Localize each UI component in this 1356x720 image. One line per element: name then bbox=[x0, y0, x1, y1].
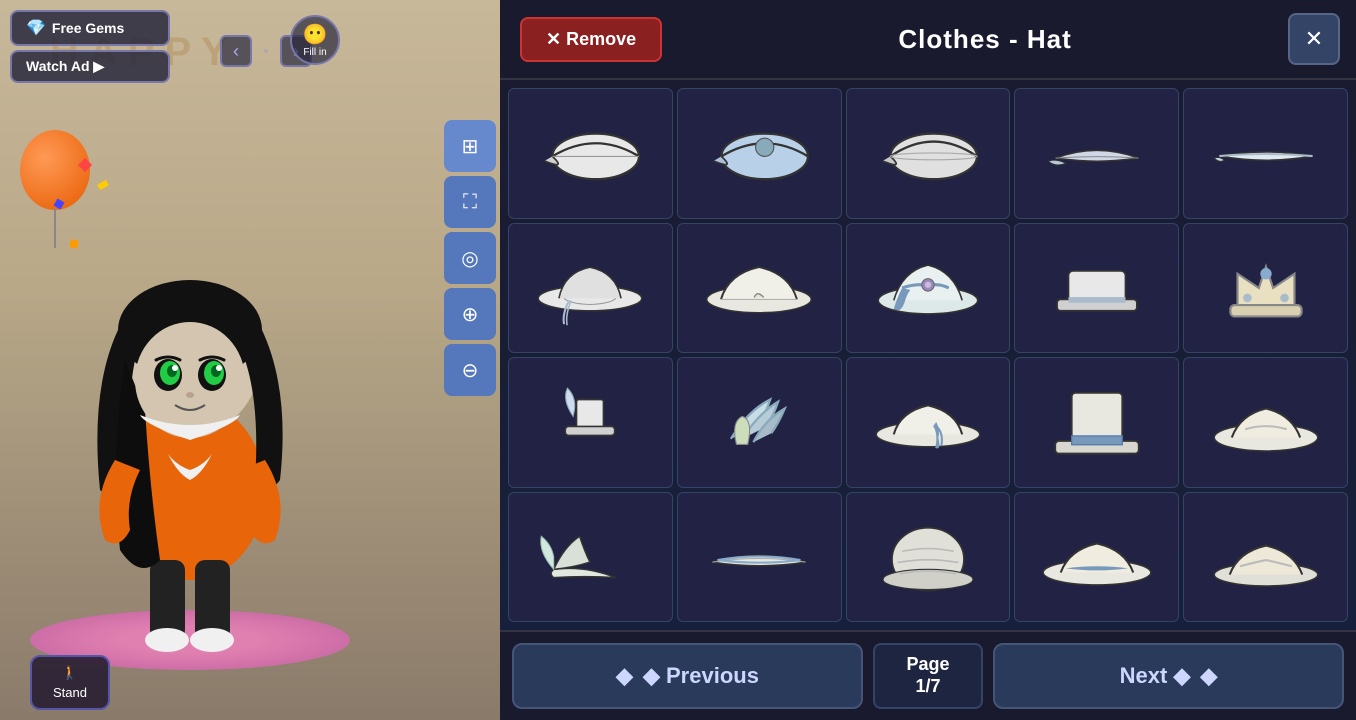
previous-label: ◆ Previous bbox=[643, 663, 759, 689]
watch-ad-button[interactable]: Watch Ad ▶ bbox=[10, 50, 170, 83]
hat-item-9[interactable] bbox=[1014, 223, 1179, 354]
hat-item-16[interactable] bbox=[508, 492, 673, 623]
prev-icon: ◆ bbox=[616, 663, 633, 689]
hat-item-17[interactable] bbox=[677, 492, 842, 623]
next-label: Next ◆ bbox=[1120, 663, 1191, 689]
hat-item-18[interactable] bbox=[846, 492, 1011, 623]
page-indicator: Page 1/7 bbox=[873, 643, 983, 709]
next-icon: ◆ bbox=[1200, 663, 1217, 689]
hat-item-1[interactable] bbox=[508, 88, 673, 219]
hat-item-7[interactable] bbox=[677, 223, 842, 354]
next-button[interactable]: Next ◆ ◆ bbox=[993, 643, 1344, 709]
face-icon: 😶 bbox=[303, 22, 328, 47]
panel-title: Clothes - Hat bbox=[682, 24, 1288, 55]
top-buttons-container: 💎 Free Gems Watch Ad ▶ bbox=[10, 10, 170, 83]
page-label: Page bbox=[906, 654, 949, 676]
close-button[interactable]: ✕ bbox=[1288, 13, 1340, 65]
hat-item-15[interactable] bbox=[1183, 357, 1348, 488]
hat-item-8[interactable] bbox=[846, 223, 1011, 354]
hat-item-20[interactable] bbox=[1183, 492, 1348, 623]
page-number: 1/7 bbox=[915, 676, 940, 698]
prev-arrow-button[interactable]: ‹ bbox=[220, 35, 252, 67]
stand-button-container: 🚶 Stand bbox=[30, 655, 110, 710]
hat-item-6[interactable] bbox=[508, 223, 673, 354]
hat-item-13[interactable] bbox=[846, 357, 1011, 488]
panel-header: ✕ Remove Clothes - Hat ✕ bbox=[500, 0, 1356, 80]
watch-ad-label: Watch Ad ▶ bbox=[26, 58, 104, 75]
toolbar-btn-zoom-in[interactable]: ⊕ bbox=[444, 288, 496, 340]
hat-item-5[interactable] bbox=[1183, 88, 1348, 219]
stand-icon: 🚶 bbox=[62, 665, 78, 681]
hat-item-12[interactable] bbox=[677, 357, 842, 488]
stand-button[interactable]: 🚶 Stand bbox=[30, 655, 110, 710]
toolbar-btn-eye[interactable]: ◎ bbox=[444, 232, 496, 284]
hat-item-3[interactable] bbox=[846, 88, 1011, 219]
items-grid bbox=[500, 80, 1356, 630]
close-icon: ✕ bbox=[1305, 26, 1323, 52]
toolbar-btn-frame[interactable]: ⛶ bbox=[444, 176, 496, 228]
scene-background: HAPPY bbox=[0, 0, 500, 720]
fill-in-button[interactable]: 😶 Fill in bbox=[290, 15, 340, 65]
toolbar-btn-zoom-out[interactable]: ⊖ bbox=[444, 344, 496, 396]
hat-item-4[interactable] bbox=[1014, 88, 1179, 219]
fill-in-label: Fill in bbox=[303, 47, 326, 58]
nav-dot bbox=[264, 49, 268, 53]
hat-item-2[interactable] bbox=[677, 88, 842, 219]
free-gems-label: Free Gems bbox=[52, 20, 124, 36]
stand-label: Stand bbox=[53, 685, 87, 700]
hat-item-10[interactable] bbox=[1183, 223, 1348, 354]
right-toolbar: ⊞ ⛶ ◎ ⊕ ⊖ bbox=[444, 120, 496, 396]
hat-item-11[interactable] bbox=[508, 357, 673, 488]
hat-item-19[interactable] bbox=[1014, 492, 1179, 623]
hat-item-14[interactable] bbox=[1014, 357, 1179, 488]
panel-nav: ◆ ◆ Previous Page 1/7 Next ◆ ◆ bbox=[500, 630, 1356, 720]
free-gems-button[interactable]: 💎 Free Gems bbox=[10, 10, 170, 46]
remove-label: ✕ Remove bbox=[546, 29, 636, 50]
toolbar-btn-grid[interactable]: ⊞ bbox=[444, 120, 496, 172]
remove-button[interactable]: ✕ Remove bbox=[520, 17, 662, 62]
main-panel: ✕ Remove Clothes - Hat ✕ bbox=[500, 0, 1356, 720]
previous-button[interactable]: ◆ ◆ Previous bbox=[512, 643, 863, 709]
character-display bbox=[50, 110, 330, 660]
gem-icon: 💎 bbox=[26, 18, 46, 38]
